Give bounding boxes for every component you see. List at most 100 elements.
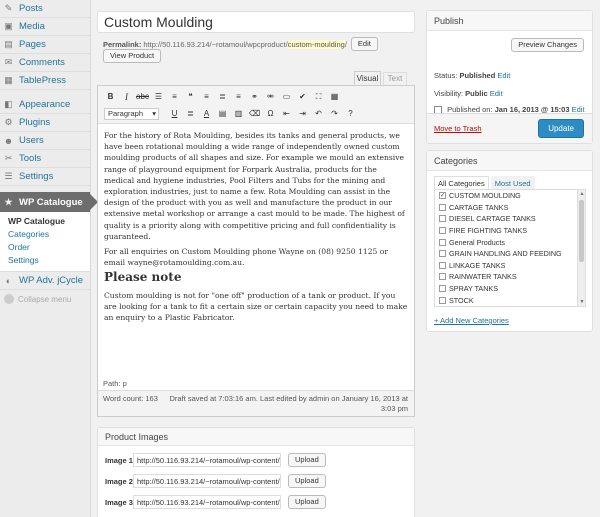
menu-pages[interactable]: ▤ Pages bbox=[0, 36, 90, 54]
submenu-wp-catalogue[interactable]: WP Catalogue bbox=[0, 215, 90, 228]
post-title-input[interactable] bbox=[97, 11, 415, 33]
comment-icon: ✉ bbox=[4, 57, 13, 67]
menu-wp-adv-jcycle[interactable]: ◐ WP Adv. jCycle bbox=[0, 272, 90, 290]
category-checkbox[interactable] bbox=[439, 285, 446, 293]
category-checkbox[interactable] bbox=[439, 227, 446, 235]
category-item[interactable]: CARTAGE TANKS bbox=[435, 202, 585, 214]
more-tag-icon[interactable]: ▭ bbox=[280, 91, 293, 103]
category-scrollbar[interactable]: ▲ ▼ bbox=[577, 190, 585, 306]
menu-comments[interactable]: ✉ Comments bbox=[0, 54, 90, 72]
category-tabs: All Categories Most Used bbox=[434, 176, 537, 190]
numbered-list-icon[interactable]: ≡ bbox=[168, 91, 181, 103]
move-to-trash-link[interactable]: Move to Trash bbox=[434, 124, 482, 133]
category-item[interactable]: RAINWATER TANKS bbox=[435, 271, 585, 283]
bold-icon[interactable]: B bbox=[104, 91, 117, 103]
category-checkbox[interactable] bbox=[439, 261, 446, 269]
categories-title: Categories bbox=[427, 151, 592, 171]
menu-posts[interactable]: ✎ Posts bbox=[0, 0, 90, 18]
menu-wp-catalogue[interactable]: ★ WP Catalogue bbox=[0, 192, 98, 212]
underline-icon[interactable]: U bbox=[168, 108, 181, 120]
blockquote-icon[interactable]: ❝ bbox=[184, 91, 197, 103]
menu-settings[interactable]: ☰ Settings bbox=[0, 168, 90, 186]
paste-word-icon[interactable]: ▥ bbox=[232, 108, 245, 120]
category-checkbox[interactable] bbox=[439, 273, 446, 281]
category-item[interactable]: LINKAGE TANKS bbox=[435, 260, 585, 272]
scroll-down-icon[interactable]: ▼ bbox=[578, 298, 585, 306]
status-label: Status: bbox=[434, 71, 458, 80]
undo-icon[interactable]: ↶ bbox=[312, 108, 325, 120]
users-icon: ☻ bbox=[3, 135, 14, 146]
category-item[interactable]: STOCK bbox=[435, 294, 585, 306]
menu-users[interactable]: ☻ Users bbox=[0, 132, 90, 150]
submenu-order[interactable]: Order bbox=[0, 241, 90, 254]
category-checkbox[interactable] bbox=[439, 238, 446, 246]
category-checkbox[interactable] bbox=[439, 215, 446, 223]
category-checkbox[interactable] bbox=[439, 250, 446, 258]
menu-media[interactable]: ▣ Media bbox=[0, 18, 90, 36]
image-url-field[interactable]: http://50.116.93.214/~rotamoul/wp-conten… bbox=[133, 495, 281, 509]
category-label: STOCK bbox=[449, 295, 474, 305]
category-item[interactable]: General Products bbox=[435, 236, 585, 248]
tab-text[interactable]: Text bbox=[383, 72, 407, 85]
category-checkbox[interactable] bbox=[439, 296, 446, 304]
menu-label: Posts bbox=[19, 3, 43, 14]
editor-content[interactable]: For the history of Rota Moulding, beside… bbox=[98, 124, 414, 377]
special-char-icon[interactable]: Ω bbox=[264, 108, 277, 120]
upload-button[interactable]: Upload bbox=[288, 495, 326, 509]
format-select[interactable]: Paragraph ▾ bbox=[104, 107, 159, 120]
upload-button[interactable]: Upload bbox=[288, 474, 326, 488]
content-heading: Please note bbox=[104, 270, 182, 285]
permalink-slug[interactable]: custom-moulding bbox=[287, 39, 345, 49]
view-product-button[interactable]: View Product bbox=[103, 49, 162, 63]
category-checkbox[interactable]: ✓ bbox=[439, 192, 446, 200]
tab-all-categories[interactable]: All Categories bbox=[434, 176, 489, 190]
tab-most-used[interactable]: Most Used bbox=[490, 176, 535, 190]
redo-icon[interactable]: ↷ bbox=[328, 108, 341, 120]
outdent-icon[interactable]: ⇤ bbox=[280, 108, 293, 120]
menu-tools[interactable]: ✂ Tools bbox=[0, 150, 90, 168]
align-left-icon[interactable]: ≡ bbox=[200, 91, 213, 103]
category-item[interactable]: DIESEL CARTAGE TANKS bbox=[435, 213, 585, 225]
help-icon[interactable]: ? bbox=[344, 108, 357, 120]
upload-button[interactable]: Upload bbox=[288, 453, 326, 467]
category-item[interactable]: SPRAY TANKS bbox=[435, 283, 585, 295]
preview-changes-button[interactable]: Preview Changes bbox=[511, 38, 584, 52]
unlink-icon[interactable]: ⚮ bbox=[264, 91, 277, 103]
category-item[interactable]: ✓ CUSTOM MOULDING bbox=[435, 190, 585, 202]
text-color-icon[interactable]: A bbox=[200, 108, 213, 120]
status-edit-link[interactable]: Edit bbox=[497, 71, 510, 80]
scrollbar-thumb[interactable] bbox=[579, 200, 584, 262]
italic-icon[interactable]: I bbox=[120, 91, 133, 103]
menu-plugins[interactable]: ⚙ Plugins bbox=[0, 114, 90, 132]
justify-icon[interactable]: ≣ bbox=[184, 108, 197, 120]
image-url-field[interactable]: http://50.116.93.214/~rotamoul/wp-conten… bbox=[133, 453, 281, 467]
add-new-category-link[interactable]: + Add New Categories bbox=[434, 316, 509, 325]
menu-tablepress[interactable]: ▦ TablePress bbox=[0, 72, 90, 90]
link-icon[interactable]: ⚭ bbox=[248, 91, 261, 103]
visibility-edit-link[interactable]: Edit bbox=[490, 89, 503, 98]
category-item[interactable]: GRAIN HANDLING AND FEEDING bbox=[435, 248, 585, 260]
bullet-list-icon[interactable]: ☰ bbox=[152, 91, 165, 103]
permalink-edit-button[interactable]: Edit bbox=[350, 37, 378, 51]
menu-label: Appearance bbox=[19, 99, 71, 110]
clear-format-icon[interactable]: ⌫ bbox=[248, 108, 261, 120]
submenu-settings[interactable]: Settings bbox=[0, 254, 90, 267]
image-url-field[interactable]: http://50.116.93.214/~rotamoul/wp-conten… bbox=[133, 474, 281, 488]
kitchen-sink-icon[interactable]: ▦ bbox=[328, 91, 341, 103]
category-label: RAINWATER TANKS bbox=[449, 272, 517, 282]
submenu-categories[interactable]: Categories bbox=[0, 228, 90, 241]
paste-text-icon[interactable]: ▤ bbox=[216, 108, 229, 120]
spellcheck-icon[interactable]: ✔ bbox=[296, 91, 309, 103]
category-checkbox[interactable] bbox=[439, 203, 446, 211]
update-button[interactable]: Update bbox=[538, 119, 584, 138]
tab-visual[interactable]: Visual bbox=[354, 71, 381, 85]
scroll-up-icon[interactable]: ▲ bbox=[578, 190, 585, 198]
align-right-icon[interactable]: ≡ bbox=[232, 91, 245, 103]
strikethrough-icon[interactable]: abc bbox=[136, 91, 149, 103]
collapse-menu[interactable]: Collapse menu bbox=[0, 294, 90, 304]
indent-icon[interactable]: ⇥ bbox=[296, 108, 309, 120]
align-center-icon[interactable]: ≣ bbox=[216, 91, 229, 103]
category-item[interactable]: FIRE FIGHTING TANKS bbox=[435, 225, 585, 237]
menu-appearance[interactable]: ◧ Appearance bbox=[0, 96, 90, 114]
fullscreen-icon[interactable]: ⛶ bbox=[312, 91, 325, 103]
